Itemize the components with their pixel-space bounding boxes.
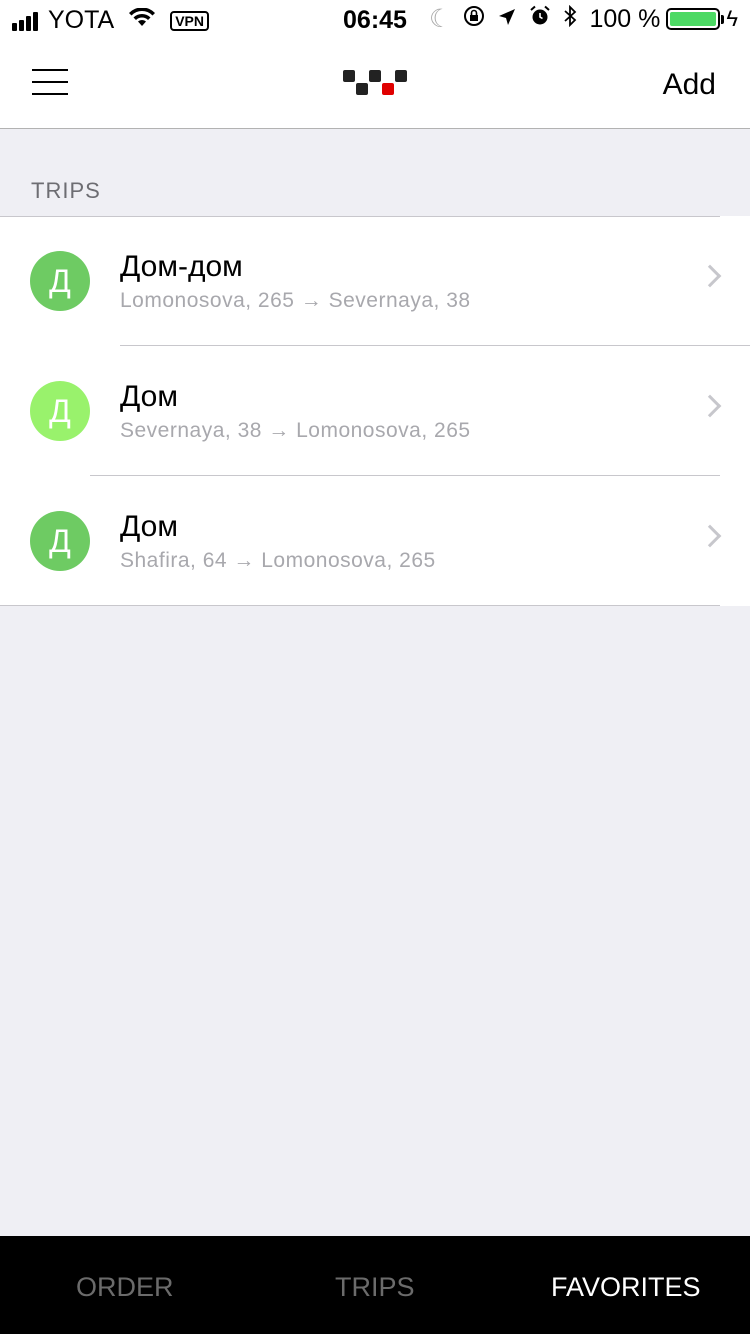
clock: 06:45 bbox=[343, 6, 407, 34]
avatar: Д bbox=[30, 511, 90, 571]
battery-percent: 100 % bbox=[589, 4, 661, 33]
battery-fill bbox=[670, 12, 717, 26]
charging-bolt-icon: ϟ bbox=[726, 6, 738, 31]
trip-route: Lomonosova, 265 → Severnaya, 38 bbox=[120, 289, 471, 312]
trip-title: Дом-дом bbox=[120, 250, 243, 283]
cellular-signal-icon bbox=[12, 11, 40, 31]
list-item[interactable]: Д Дом-дом Lomonosova, 265 → Severnaya, 3… bbox=[0, 216, 750, 346]
tab-favorites[interactable]: FAVORITES bbox=[551, 1272, 701, 1303]
status-left: YOTA VPN bbox=[12, 6, 210, 35]
tab-bar: ORDER TRIPS FAVORITES bbox=[0, 1236, 750, 1334]
carrier-name: YOTA bbox=[48, 6, 115, 34]
trip-title: Дом bbox=[120, 510, 178, 543]
section-header-trips: TRIPS bbox=[31, 178, 101, 203]
vpn-badge: VPN bbox=[170, 10, 210, 31]
status-right: ☾ 100 % ϟ bbox=[417, 4, 738, 34]
status-bar: YOTA VPN 06:45 ☾ 100 % ϟ bbox=[0, 0, 750, 40]
trip-route: Shafira, 64 → Lomonosova, 265 bbox=[120, 549, 436, 572]
alarm-clock-icon bbox=[529, 5, 551, 34]
location-arrow-icon bbox=[497, 5, 517, 34]
list-item[interactable]: Д Дом Severnaya, 38 → Lomonosova, 265 bbox=[0, 346, 750, 476]
trip-route: Severnaya, 38 → Lomonosova, 265 bbox=[120, 419, 471, 442]
chevron-right-icon bbox=[698, 264, 722, 288]
add-button[interactable]: Add bbox=[663, 68, 716, 102]
chevron-right-icon bbox=[698, 524, 722, 548]
hamburger-menu-icon[interactable] bbox=[32, 69, 68, 95]
chevron-right-icon bbox=[698, 394, 722, 418]
tab-trips[interactable]: TRIPS bbox=[335, 1272, 415, 1303]
bluetooth-icon bbox=[563, 4, 577, 34]
list-item[interactable]: Д Дом Shafira, 64 → Lomonosova, 265 bbox=[0, 476, 750, 606]
trip-title: Дом bbox=[120, 380, 178, 413]
navigation-bar: Add bbox=[0, 40, 750, 129]
tab-order[interactable]: ORDER bbox=[76, 1272, 174, 1303]
taxi-logo-icon bbox=[343, 70, 409, 98]
battery-icon bbox=[666, 8, 725, 30]
avatar: Д bbox=[30, 251, 90, 311]
rotation-lock-icon bbox=[463, 5, 485, 34]
favorite-trips-list: Д Дом-дом Lomonosova, 265 → Severnaya, 3… bbox=[0, 216, 750, 606]
wifi-icon bbox=[128, 6, 156, 35]
do-not-disturb-moon-icon: ☾ bbox=[429, 5, 452, 33]
avatar: Д bbox=[30, 381, 90, 441]
